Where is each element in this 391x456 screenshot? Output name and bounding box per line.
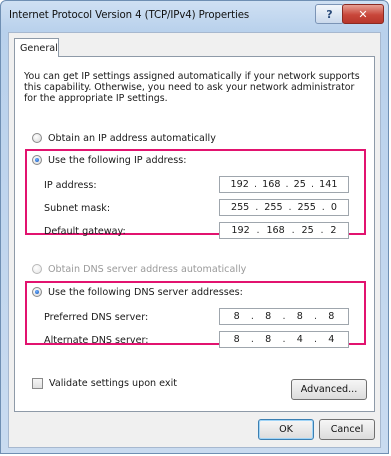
dialog-client-area: General You can get IP settings assigned… <box>8 32 381 448</box>
default-gateway-field[interactable]: 192. 168. 25. 2 <box>219 222 349 239</box>
general-tab-panel: You can get IP settings assigned automat… <box>14 56 375 412</box>
ip-address-label: IP address: <box>44 180 97 191</box>
close-icon: ✕ <box>358 7 368 21</box>
ip-address-field[interactable]: 192. 168. 25. 141 <box>219 176 349 193</box>
octet-separator: . <box>321 202 325 213</box>
obtain-dns-auto-option[interactable]: Obtain DNS server address automatically <box>32 262 246 276</box>
help-button[interactable]: ? <box>315 4 344 24</box>
alternate-dns-octet-2[interactable]: 8 <box>265 334 271 345</box>
use-following-dns-label: Use the following DNS server addresses: <box>48 286 243 298</box>
help-icon: ? <box>326 7 333 21</box>
octet-separator: . <box>250 311 254 322</box>
preferred-dns-octet-2[interactable]: 8 <box>265 311 271 322</box>
tab-general-label: General <box>20 43 58 54</box>
octet-separator: . <box>285 179 289 190</box>
window-title: Internet Protocol Version 4 (TCP/IPv4) P… <box>9 10 250 21</box>
subnet-mask-octet-2[interactable]: 255 <box>264 202 282 213</box>
intro-text: You can get IP settings assigned automat… <box>24 71 360 105</box>
default-gateway-octet-1[interactable]: 192 <box>231 225 249 236</box>
validate-settings-checkbox[interactable] <box>32 378 43 389</box>
octet-separator: . <box>320 225 324 236</box>
default-gateway-octet-3[interactable]: 25 <box>301 225 313 236</box>
use-following-dns-option[interactable]: Use the following DNS server addresses: <box>32 285 243 299</box>
ip-address-octet-3[interactable]: 25 <box>294 179 306 190</box>
octet-separator: . <box>313 311 318 322</box>
subnet-mask-octet-3[interactable]: 255 <box>298 202 316 213</box>
octet-separator: . <box>282 311 286 322</box>
obtain-dns-auto-label: Obtain DNS server address automatically <box>48 263 247 275</box>
octet-separator: . <box>291 225 295 236</box>
ip-address-octet-2[interactable]: 168 <box>262 179 280 190</box>
preferred-dns-label: Preferred DNS server: <box>44 312 149 323</box>
subnet-mask-octet-4[interactable]: 0 <box>331 202 337 213</box>
octet-separator: . <box>288 202 292 213</box>
alternate-dns-label: Alternate DNS server: <box>44 335 149 346</box>
close-button[interactable]: ✕ <box>342 4 384 24</box>
preferred-dns-octet-4[interactable]: 8 <box>328 311 334 322</box>
alternate-dns-field[interactable]: 8. 8. 4. 4 <box>219 331 349 348</box>
octet-separator: . <box>310 179 315 190</box>
cancel-button-label: Cancel <box>330 424 364 435</box>
tab-general[interactable]: General <box>14 38 59 57</box>
advanced-button[interactable]: Advanced... <box>291 379 367 400</box>
use-following-ip-label: Use the following IP address: <box>48 154 187 166</box>
use-following-ip-radio[interactable] <box>32 155 42 165</box>
default-gateway-octet-2[interactable]: 168 <box>266 225 284 236</box>
alternate-dns-octet-3[interactable]: 4 <box>297 334 303 345</box>
octet-separator: . <box>282 334 286 345</box>
default-gateway-octet-4[interactable]: 2 <box>330 225 336 236</box>
octet-separator: . <box>253 179 258 190</box>
obtain-dns-auto-radio[interactable] <box>32 264 42 274</box>
use-following-dns-radio[interactable] <box>32 287 42 297</box>
octet-separator: . <box>250 334 254 345</box>
obtain-ip-auto-option[interactable]: Obtain an IP address automatically <box>32 131 216 145</box>
alternate-dns-octet-4[interactable]: 4 <box>328 334 334 345</box>
octet-separator: . <box>256 225 260 236</box>
obtain-ip-auto-label: Obtain an IP address automatically <box>48 132 216 144</box>
subnet-mask-octet-1[interactable]: 255 <box>231 202 249 213</box>
subnet-mask-label: Subnet mask: <box>44 203 111 214</box>
preferred-dns-field[interactable]: 8. 8. 8. 8 <box>219 308 349 325</box>
preferred-dns-octet-1[interactable]: 8 <box>234 311 240 322</box>
subnet-mask-field[interactable]: 255. 255. 255. 0 <box>219 199 349 216</box>
ip-address-octet-4[interactable]: 141 <box>319 179 337 190</box>
octet-separator: . <box>313 334 318 345</box>
properties-dialog: Internet Protocol Version 4 (TCP/IPv4) P… <box>0 0 389 454</box>
title-bar[interactable]: Internet Protocol Version 4 (TCP/IPv4) P… <box>1 1 388 33</box>
ip-address-octet-1[interactable]: 192 <box>231 179 249 190</box>
validate-settings-label: Validate settings upon exit <box>49 378 178 389</box>
use-following-ip-option[interactable]: Use the following IP address: <box>32 153 187 167</box>
alternate-dns-octet-1[interactable]: 8 <box>234 334 240 345</box>
default-gateway-label: Default gateway: <box>44 226 126 237</box>
ok-button[interactable]: OK <box>258 419 314 440</box>
ok-button-label: OK <box>279 424 293 435</box>
cancel-button[interactable]: Cancel <box>319 419 375 440</box>
preferred-dns-octet-3[interactable]: 8 <box>297 311 303 322</box>
obtain-ip-auto-radio[interactable] <box>32 133 42 143</box>
octet-separator: . <box>255 202 259 213</box>
advanced-button-label: Advanced... <box>300 384 358 395</box>
